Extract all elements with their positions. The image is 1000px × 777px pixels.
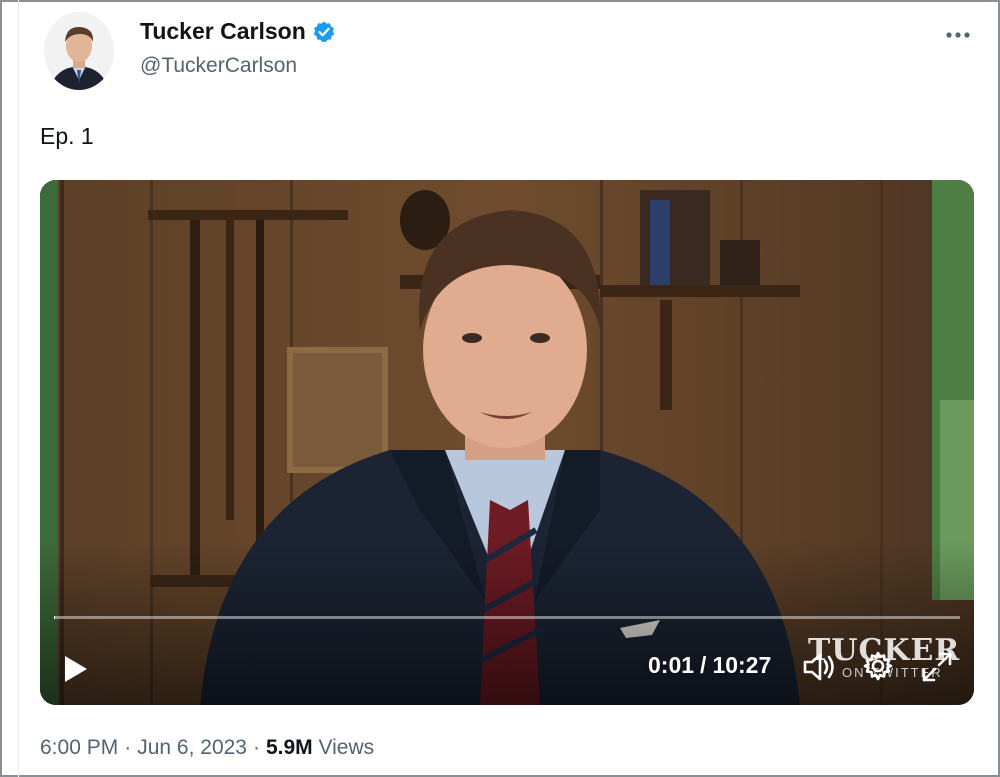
- author-name-row[interactable]: Tucker Carlson: [140, 18, 336, 45]
- divider: [18, 0, 19, 777]
- video-progress-fill: [54, 616, 56, 619]
- more-options-button[interactable]: [945, 20, 971, 46]
- views-count: 5.9M: [265, 736, 313, 759]
- current-time: 0:01: [648, 652, 695, 678]
- display-name[interactable]: Tucker Carlson: [140, 18, 306, 45]
- ellipsis-icon: [946, 32, 970, 38]
- duration: 10:27: [712, 652, 772, 678]
- tweet-text: Ep. 1: [40, 123, 94, 149]
- settings-icon[interactable]: [862, 650, 894, 682]
- verified-badge-icon: [313, 21, 334, 42]
- volume-icon[interactable]: [802, 650, 838, 684]
- video-frame-image: [40, 180, 974, 705]
- author-handle[interactable]: @TuckerCarlson: [140, 54, 297, 78]
- views-label: Views: [318, 736, 375, 759]
- tweet-time[interactable]: 6:00 PM: [40, 736, 118, 759]
- fullscreen-icon[interactable]: [920, 650, 954, 684]
- tweet-metadata: 6:00 PM · Jun 6, 2023 · 5.9M Views: [40, 736, 375, 759]
- tweet-date[interactable]: Jun 6, 2023: [137, 736, 247, 759]
- play-icon[interactable]: [62, 654, 90, 684]
- video-progress-bar[interactable]: [54, 616, 960, 619]
- avatar[interactable]: [44, 12, 114, 90]
- video-time: 0:01/10:27: [648, 652, 772, 678]
- video-player[interactable]: 0:01/10:27 TUCKER ON TWITTER: [40, 180, 974, 705]
